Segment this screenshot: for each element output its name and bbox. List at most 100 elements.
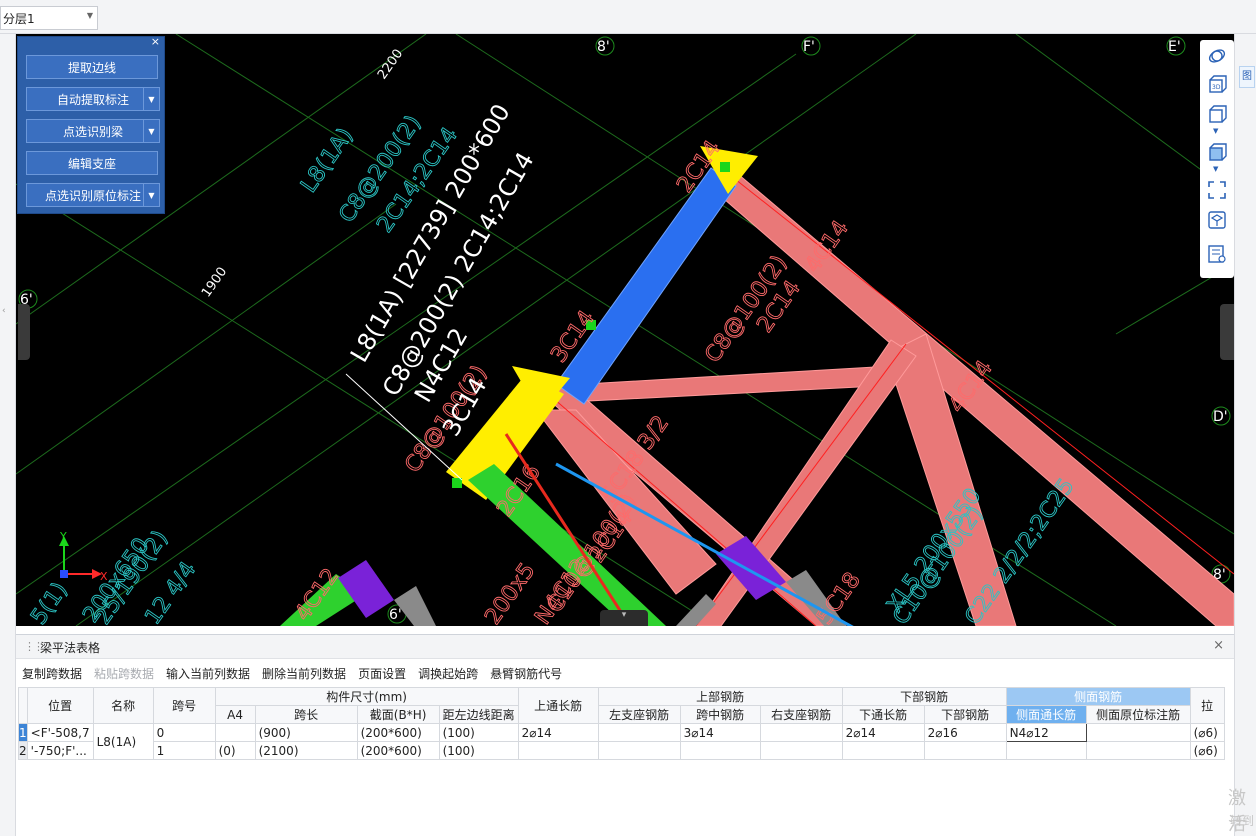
table-cell[interactable]: (⌀6) (1189, 741, 1225, 760)
table-cell[interactable]: (200*600) (356, 741, 440, 760)
chevron-down-icon: ▼ (86, 11, 93, 20)
swap-start-span-button[interactable]: 调换起始跨 (418, 665, 478, 683)
table-cell[interactable]: (⌀6) (1189, 723, 1225, 742)
collapse-left-icon[interactable]: ‹ (2, 306, 12, 318)
activation-watermark-sub: 转到 (1230, 814, 1255, 828)
column-group-header: 下部钢筋 (841, 687, 1007, 706)
edit-support-button[interactable]: 编辑支座 (26, 151, 158, 175)
column-group-header: 侧面钢筋 (1005, 687, 1191, 706)
collapse-right-handle[interactable] (1220, 304, 1234, 360)
chevron-down-icon[interactable]: ▼ (143, 184, 159, 206)
beam-table-panel: ⋮⋮ 梁平法表格 × 复制跨数据 粘贴跨数据 输入当前列数据 删除当前列数据 页… (16, 634, 1234, 836)
table-cell[interactable]: (100) (438, 723, 519, 742)
table-cell[interactable] (1085, 723, 1191, 742)
table-cell-active[interactable]: N4⌀12 (1005, 723, 1087, 742)
display-settings-icon[interactable] (1207, 244, 1227, 264)
axis-label: E' (1168, 39, 1181, 55)
auto-extract-label-button[interactable]: 自动提取标注 ▼ (26, 87, 160, 111)
pick-identify-beam-button[interactable]: 点选识别梁 ▼ (26, 119, 160, 143)
table-cell[interactable]: 2⌀16 (923, 723, 1007, 742)
side-tab[interactable]: 图 (1239, 66, 1255, 88)
column-header: 跨号 (152, 687, 216, 724)
table-cell[interactable] (597, 723, 681, 742)
3d-view-icon[interactable]: 3D (1207, 74, 1227, 94)
table-cell[interactable]: L8(1A) (92, 723, 154, 760)
fullscreen-icon[interactable] (1207, 180, 1227, 200)
column-header: 左支座钢筋 (597, 705, 681, 724)
column-header: 位置 (26, 687, 94, 724)
top-toolbar: 分层1 ▼ (0, 0, 1256, 34)
collapse-bottom-handle[interactable]: ▾ (600, 610, 648, 626)
table-cell[interactable]: 0 (152, 723, 216, 742)
row-number[interactable]: 2 (18, 741, 28, 760)
table-cell[interactable] (1005, 741, 1087, 760)
button-label: 自动提取标注 (56, 92, 129, 107)
pick-identify-in-situ-button[interactable]: 点选识别原位标注 ▼ (26, 183, 160, 207)
table-cell[interactable] (597, 741, 681, 760)
view-cube-icon[interactable] (1207, 210, 1227, 230)
axis-label: D' (1213, 409, 1228, 425)
column-header: 跨中钢筋 (679, 705, 761, 724)
column-group-header: 构件尺寸(mm) (214, 687, 519, 706)
table-cell[interactable]: (900) (254, 723, 358, 742)
chevron-down-icon[interactable]: ▼ (143, 88, 159, 110)
table-cell[interactable] (679, 741, 761, 760)
table-cell[interactable] (923, 741, 1007, 760)
chevron-down-icon[interactable]: ▼ (143, 120, 159, 142)
chevron-down-icon[interactable]: ▼ (1213, 127, 1218, 135)
table-cell[interactable]: (0) (214, 741, 256, 760)
column-header: 名称 (92, 687, 154, 724)
table-cell[interactable]: 2⌀14 (517, 723, 599, 742)
column-header: 侧面原位标注筋 (1085, 705, 1191, 724)
collapse-left-handle[interactable] (18, 304, 30, 360)
ucs-axis-icon: Y X (59, 530, 108, 583)
table-cell[interactable]: 2⌀14 (841, 723, 925, 742)
close-icon[interactable]: × (151, 35, 160, 48)
table-cell[interactable] (1085, 741, 1191, 760)
table-cell[interactable] (759, 741, 843, 760)
input-column-data-button[interactable]: 输入当前列数据 (166, 665, 250, 683)
table-cell[interactable]: (100) (438, 741, 519, 760)
right-dock-strip: 图 (1234, 34, 1256, 836)
table-row[interactable]: 1 <F'-508,7 L8(1A) 0 (900) (200*600) (10… (18, 723, 1225, 760)
table-toolbar: 复制跨数据 粘贴跨数据 输入当前列数据 删除当前列数据 页面设置 调换起始跨 悬… (16, 665, 568, 683)
copy-span-data-button[interactable]: 复制跨数据 (22, 665, 82, 683)
column-header: 下部钢筋 (923, 705, 1007, 724)
cantilever-code-button[interactable]: 悬臂钢筋代号 (490, 665, 562, 683)
ucs-x-label: X (100, 570, 108, 583)
page-setup-button[interactable]: 页面设置 (358, 665, 406, 683)
layer-select[interactable]: 分层1 ▼ (0, 6, 98, 30)
table-cell[interactable]: <F'-508,7 (26, 723, 94, 742)
cad-canvas[interactable]: 8' F' E' 6' D' 8' 6' 2200 1900 2C14 4C14… (16, 34, 1234, 626)
delete-column-data-button[interactable]: 删除当前列数据 (262, 665, 346, 683)
column-header: A4 (214, 705, 256, 724)
orbit-icon[interactable] (1207, 46, 1227, 66)
column-group-header: 上部钢筋 (597, 687, 843, 706)
panel-header: ⋮⋮ 梁平法表格 × (16, 635, 1234, 659)
shaded-cube-icon[interactable] (1207, 142, 1227, 162)
beam-annotation: L8(1A) (296, 124, 358, 198)
column-header: 拉 (1189, 687, 1225, 724)
table-cell[interactable]: '-750;F'... (26, 741, 94, 760)
chevron-down-icon[interactable]: ▼ (1213, 165, 1218, 173)
button-label: 点选识别原位标注 (44, 188, 141, 203)
table-cell[interactable] (759, 723, 843, 742)
table-cell[interactable] (214, 723, 256, 742)
column-header: 侧面通长筋 (1005, 705, 1087, 724)
table-cell[interactable]: 1 (152, 741, 216, 760)
row-number[interactable]: 1 (18, 723, 28, 742)
paste-span-data-button[interactable]: 粘贴跨数据 (94, 665, 154, 683)
table-cell[interactable] (841, 741, 925, 760)
table-cell[interactable]: (200*600) (356, 723, 440, 742)
button-label: 点选识别梁 (62, 124, 123, 139)
table-row[interactable]: 2 '-750;F'... 1 (0) (2100) (200*600) (10… (18, 741, 1225, 760)
beam-annotation: 5(1) (26, 578, 72, 626)
close-icon[interactable]: × (1213, 638, 1224, 653)
extract-edge-button[interactable]: 提取边线 (26, 55, 158, 79)
button-label: 提取边线 (67, 60, 116, 75)
table-cell[interactable] (517, 741, 599, 760)
table-cell[interactable]: (2100) (254, 741, 358, 760)
cube-view-icon[interactable] (1207, 104, 1227, 124)
table-cell[interactable]: 3⌀14 (679, 723, 761, 742)
axis-label: 6' (389, 607, 402, 623)
